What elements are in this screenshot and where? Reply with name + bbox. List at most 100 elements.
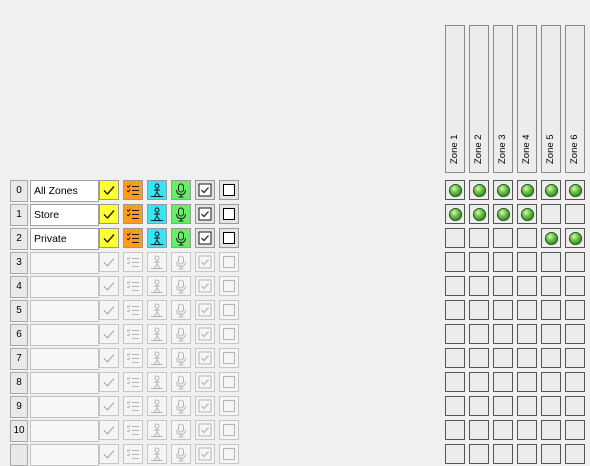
list-check-toggle-button[interactable]	[123, 372, 143, 392]
zone-cell-3[interactable]	[493, 228, 513, 248]
square-toggle-button[interactable]	[219, 420, 239, 440]
zone-cell-1[interactable]	[445, 276, 465, 296]
check-toggle-button[interactable]	[99, 324, 119, 344]
group-name-field[interactable]: All Zones	[30, 180, 99, 202]
zone-cell-2[interactable]	[469, 204, 489, 224]
zone-header-6[interactable]: Zone 6	[565, 25, 585, 173]
row-index-button[interactable]: 7	[10, 348, 28, 370]
check-toggle-button[interactable]	[99, 348, 119, 368]
zone-cell-2[interactable]	[469, 396, 489, 416]
zone-cell-1[interactable]	[445, 324, 465, 344]
checkbox-toggle-button[interactable]	[195, 228, 215, 248]
zone-cell-6[interactable]	[565, 228, 585, 248]
square-toggle-button[interactable]	[219, 228, 239, 248]
zone-header-1[interactable]: Zone 1	[445, 25, 465, 173]
square-toggle-button[interactable]	[219, 252, 239, 272]
checkbox-toggle-button[interactable]	[195, 444, 215, 464]
zone-cell-2[interactable]	[469, 228, 489, 248]
checkbox-toggle-button[interactable]	[195, 396, 215, 416]
zone-cell-5[interactable]	[541, 276, 561, 296]
square-toggle-button[interactable]	[219, 348, 239, 368]
zone-header-3[interactable]: Zone 3	[493, 25, 513, 173]
checkbox-toggle-button[interactable]	[195, 420, 215, 440]
square-toggle-button[interactable]	[219, 372, 239, 392]
person-toggle-button[interactable]	[147, 300, 167, 320]
zone-cell-3[interactable]	[493, 204, 513, 224]
check-toggle-button[interactable]	[99, 228, 119, 248]
check-toggle-button[interactable]	[99, 276, 119, 296]
person-toggle-button[interactable]	[147, 204, 167, 224]
microphone-toggle-button[interactable]	[171, 276, 191, 296]
zone-cell-4[interactable]	[517, 348, 537, 368]
zone-cell-4[interactable]	[517, 396, 537, 416]
zone-cell-5[interactable]	[541, 396, 561, 416]
zone-cell-2[interactable]	[469, 444, 489, 464]
microphone-toggle-button[interactable]	[171, 372, 191, 392]
zone-cell-2[interactable]	[469, 372, 489, 392]
zone-cell-6[interactable]	[565, 204, 585, 224]
list-check-toggle-button[interactable]	[123, 324, 143, 344]
zone-cell-6[interactable]	[565, 252, 585, 272]
group-name-field[interactable]	[30, 324, 99, 346]
zone-cell-3[interactable]	[493, 324, 513, 344]
zone-cell-3[interactable]	[493, 276, 513, 296]
check-toggle-button[interactable]	[99, 300, 119, 320]
zone-cell-1[interactable]	[445, 348, 465, 368]
group-name-field[interactable]	[30, 348, 99, 370]
check-toggle-button[interactable]	[99, 180, 119, 200]
list-check-toggle-button[interactable]	[123, 180, 143, 200]
zone-cell-3[interactable]	[493, 372, 513, 392]
row-index-button[interactable]: 3	[10, 252, 28, 274]
zone-cell-6[interactable]	[565, 444, 585, 464]
microphone-toggle-button[interactable]	[171, 396, 191, 416]
zone-cell-5[interactable]	[541, 348, 561, 368]
zone-cell-3[interactable]	[493, 396, 513, 416]
list-check-toggle-button[interactable]	[123, 252, 143, 272]
zone-cell-5[interactable]	[541, 420, 561, 440]
zone-cell-6[interactable]	[565, 276, 585, 296]
zone-cell-2[interactable]	[469, 180, 489, 200]
zone-cell-6[interactable]	[565, 180, 585, 200]
zone-header-4[interactable]: Zone 4	[517, 25, 537, 173]
zone-cell-4[interactable]	[517, 204, 537, 224]
person-toggle-button[interactable]	[147, 396, 167, 416]
person-toggle-button[interactable]	[147, 252, 167, 272]
square-toggle-button[interactable]	[219, 324, 239, 344]
square-toggle-button[interactable]	[219, 276, 239, 296]
list-check-toggle-button[interactable]	[123, 300, 143, 320]
square-toggle-button[interactable]	[219, 444, 239, 464]
row-index-button[interactable]: 2	[10, 228, 28, 250]
list-check-toggle-button[interactable]	[123, 444, 143, 464]
zone-cell-3[interactable]	[493, 348, 513, 368]
zone-cell-1[interactable]	[445, 204, 465, 224]
zone-cell-4[interactable]	[517, 252, 537, 272]
person-toggle-button[interactable]	[147, 420, 167, 440]
zone-cell-5[interactable]	[541, 372, 561, 392]
zone-cell-6[interactable]	[565, 300, 585, 320]
list-check-toggle-button[interactable]	[123, 420, 143, 440]
zone-cell-2[interactable]	[469, 348, 489, 368]
zone-cell-5[interactable]	[541, 252, 561, 272]
group-name-field[interactable]	[30, 372, 99, 394]
square-toggle-button[interactable]	[219, 204, 239, 224]
group-name-field[interactable]	[30, 252, 99, 274]
microphone-toggle-button[interactable]	[171, 444, 191, 464]
list-check-toggle-button[interactable]	[123, 396, 143, 416]
microphone-toggle-button[interactable]	[171, 300, 191, 320]
checkbox-toggle-button[interactable]	[195, 204, 215, 224]
row-index-button[interactable]: 0	[10, 180, 28, 202]
checkbox-toggle-button[interactable]	[195, 372, 215, 392]
zone-cell-2[interactable]	[469, 324, 489, 344]
zone-cell-1[interactable]	[445, 372, 465, 392]
zone-cell-1[interactable]	[445, 228, 465, 248]
row-index-button[interactable]	[10, 444, 28, 466]
zone-cell-2[interactable]	[469, 420, 489, 440]
zone-cell-4[interactable]	[517, 180, 537, 200]
zone-cell-6[interactable]	[565, 348, 585, 368]
zone-cell-2[interactable]	[469, 252, 489, 272]
row-index-button[interactable]: 5	[10, 300, 28, 322]
zone-cell-1[interactable]	[445, 396, 465, 416]
microphone-toggle-button[interactable]	[171, 348, 191, 368]
row-index-button[interactable]: 6	[10, 324, 28, 346]
person-toggle-button[interactable]	[147, 276, 167, 296]
